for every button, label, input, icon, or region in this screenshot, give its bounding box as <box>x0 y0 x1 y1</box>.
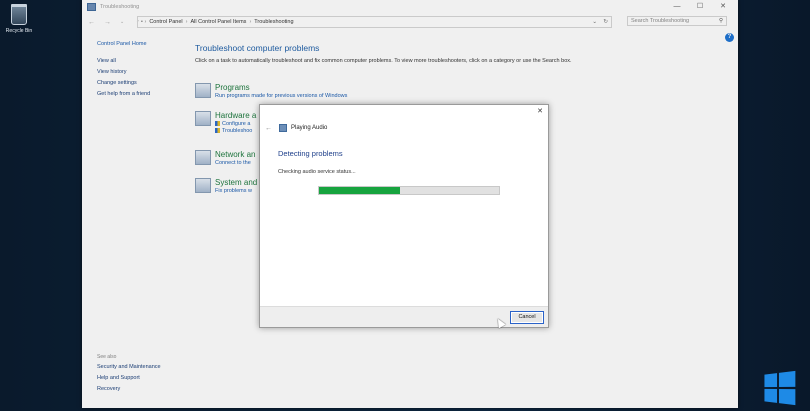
dialog-breadcrumb: ← Playing Audio <box>265 124 327 132</box>
category-programs-link[interactable]: Run programs made for previous versions … <box>215 93 347 99</box>
maximize-button[interactable]: ☐ <box>689 0 711 14</box>
forward-arrow-icon[interactable]: → <box>104 19 114 26</box>
sidebar-item-view-all[interactable]: View all <box>97 58 187 64</box>
troubleshooter-dialog: ✕ ← Playing Audio Detecting problems Che… <box>259 104 549 328</box>
sidebar-item-change-settings[interactable]: Change settings <box>97 80 187 86</box>
category-programs-title[interactable]: Programs <box>215 83 347 92</box>
dialog-heading: Detecting problems <box>278 149 343 158</box>
windows-logo-icon <box>764 370 796 406</box>
category-network-title[interactable]: Network an <box>215 150 255 159</box>
breadcrumb-all-items[interactable]: All Control Panel Items <box>190 19 246 25</box>
title-bar: Troubleshooting — ☐ ✕ <box>82 0 738 14</box>
recycle-bin-icon <box>11 4 27 25</box>
refresh-icon[interactable]: ↻ <box>603 19 608 25</box>
category-hardware: Hardware a Configure a Troubleshoo <box>195 111 256 134</box>
see-also: See also Security and Maintenance Help a… <box>97 354 161 397</box>
address-icon: ▪ › <box>141 19 147 25</box>
recent-dropdown-icon[interactable]: ⌄ <box>120 19 130 25</box>
category-network-link[interactable]: Connect to the <box>215 160 255 166</box>
troubleshooter-icon <box>279 124 287 132</box>
network-icon <box>195 150 211 165</box>
dialog-status: Checking audio service status... <box>278 169 356 175</box>
sidebar: Control Panel Home View all View history… <box>97 41 187 102</box>
page-title: Troubleshoot computer problems <box>195 43 320 53</box>
shield-icon <box>215 121 220 127</box>
sidebar-control-panel-home[interactable]: Control Panel Home <box>97 41 187 47</box>
category-programs: Programs Run programs made for previous … <box>195 83 347 99</box>
category-system-title[interactable]: System and <box>215 178 257 187</box>
search-icon[interactable]: ⚲ <box>719 18 723 24</box>
breadcrumb-troubleshooting[interactable]: Troubleshooting <box>254 19 293 25</box>
search-placeholder: Search Troubleshooting <box>631 18 690 24</box>
see-also-header: See also <box>97 354 117 360</box>
category-hardware-link-2[interactable]: Troubleshoo <box>222 128 252 134</box>
see-also-security[interactable]: Security and Maintenance <box>97 364 161 370</box>
recycle-bin[interactable]: Recycle Bin <box>4 4 34 34</box>
system-security-icon <box>195 178 211 193</box>
help-icon[interactable]: ? <box>725 33 734 42</box>
progress-fill <box>319 187 400 194</box>
see-also-help-support[interactable]: Help and Support <box>97 375 161 381</box>
category-hardware-title[interactable]: Hardware a <box>215 111 256 120</box>
category-network: Network an Connect to the <box>195 150 255 166</box>
dialog-close-icon[interactable]: ✕ <box>537 107 543 115</box>
address-dropdown-icon[interactable]: ⌄ <box>592 19 597 25</box>
breadcrumb-control-panel[interactable]: Control Panel <box>149 19 182 25</box>
control-panel-icon <box>87 3 96 11</box>
address-toolbar: ← → ⌄ ↑ ▪ › Control Panel › All Control … <box>82 15 738 29</box>
minimize-button[interactable]: — <box>666 0 688 14</box>
page-description: Click on a task to automatically trouble… <box>195 58 572 64</box>
programs-icon <box>195 83 211 98</box>
search-input[interactable]: Search Troubleshooting ⚲ <box>627 16 727 26</box>
category-hardware-link-1[interactable]: Configure a <box>222 121 250 127</box>
back-arrow-icon[interactable]: ← <box>88 19 98 26</box>
close-button[interactable]: ✕ <box>712 0 734 14</box>
address-bar[interactable]: ▪ › Control Panel › All Control Panel It… <box>137 16 612 28</box>
see-also-recovery[interactable]: Recovery <box>97 386 161 392</box>
category-system-link[interactable]: Fix problems w <box>215 188 257 194</box>
dialog-back-icon[interactable]: ← <box>265 125 272 132</box>
hardware-sound-icon <box>195 111 211 126</box>
main-content: Troubleshoot computer problems Click on … <box>195 43 572 194</box>
sidebar-item-get-help[interactable]: Get help from a friend <box>97 91 187 97</box>
progress-bar <box>318 186 500 195</box>
recycle-bin-label: Recycle Bin <box>5 28 33 34</box>
cancel-button[interactable]: Cancel <box>510 311 544 324</box>
shield-icon <box>215 128 220 134</box>
dialog-breadcrumb-label: Playing Audio <box>291 125 328 131</box>
sidebar-item-view-history[interactable]: View history <box>97 69 187 75</box>
category-system: System and Fix problems w <box>195 178 257 194</box>
window-title: Troubleshooting <box>100 4 140 10</box>
